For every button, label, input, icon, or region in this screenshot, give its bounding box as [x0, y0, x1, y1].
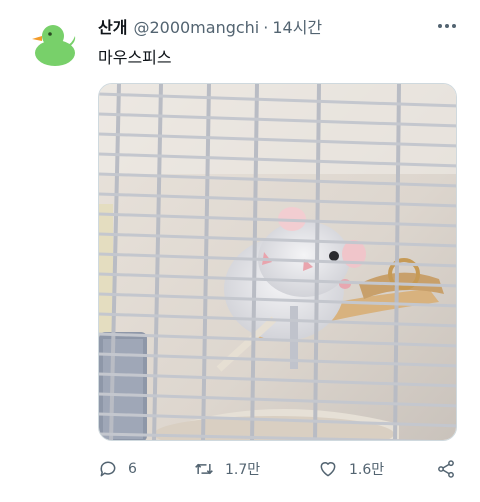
tweet-text: 마우스피스: [98, 48, 172, 67]
reply-count: 6: [128, 461, 137, 477]
more-options-button[interactable]: [435, 16, 459, 36]
reply-button[interactable]: 6: [98, 456, 137, 482]
retweet-button[interactable]: 1.7만: [193, 456, 260, 482]
share-button[interactable]: [436, 456, 456, 482]
like-count: 1.6만: [349, 462, 385, 478]
avatar[interactable]: [26, 16, 80, 70]
tweet-card[interactable]: 산개 @2000mangchi · 14시간 마우스피스 6 1.7만 1.6만: [0, 0, 480, 502]
timestamp[interactable]: 14시간: [272, 14, 322, 38]
more-icon: [438, 24, 442, 28]
retweet-icon: [195, 463, 213, 475]
tweet-header: 산개 @2000mangchi · 14시간: [98, 14, 322, 38]
share-icon: [438, 460, 454, 478]
user-handle[interactable]: @2000mangchi: [133, 18, 259, 37]
retweet-count: 1.7만: [225, 462, 261, 478]
heart-icon: [320, 462, 336, 477]
separator-dot: ·: [263, 18, 269, 37]
tweet-actions: 6 1.7만 1.6만: [98, 456, 464, 482]
like-button[interactable]: 1.6만: [317, 456, 384, 482]
rubber-duck-icon: [26, 16, 80, 70]
mouse-cage-photo: [99, 84, 456, 440]
display-name[interactable]: 산개: [98, 14, 127, 38]
reply-icon: [100, 461, 116, 477]
tweet-photo[interactable]: [98, 83, 457, 441]
